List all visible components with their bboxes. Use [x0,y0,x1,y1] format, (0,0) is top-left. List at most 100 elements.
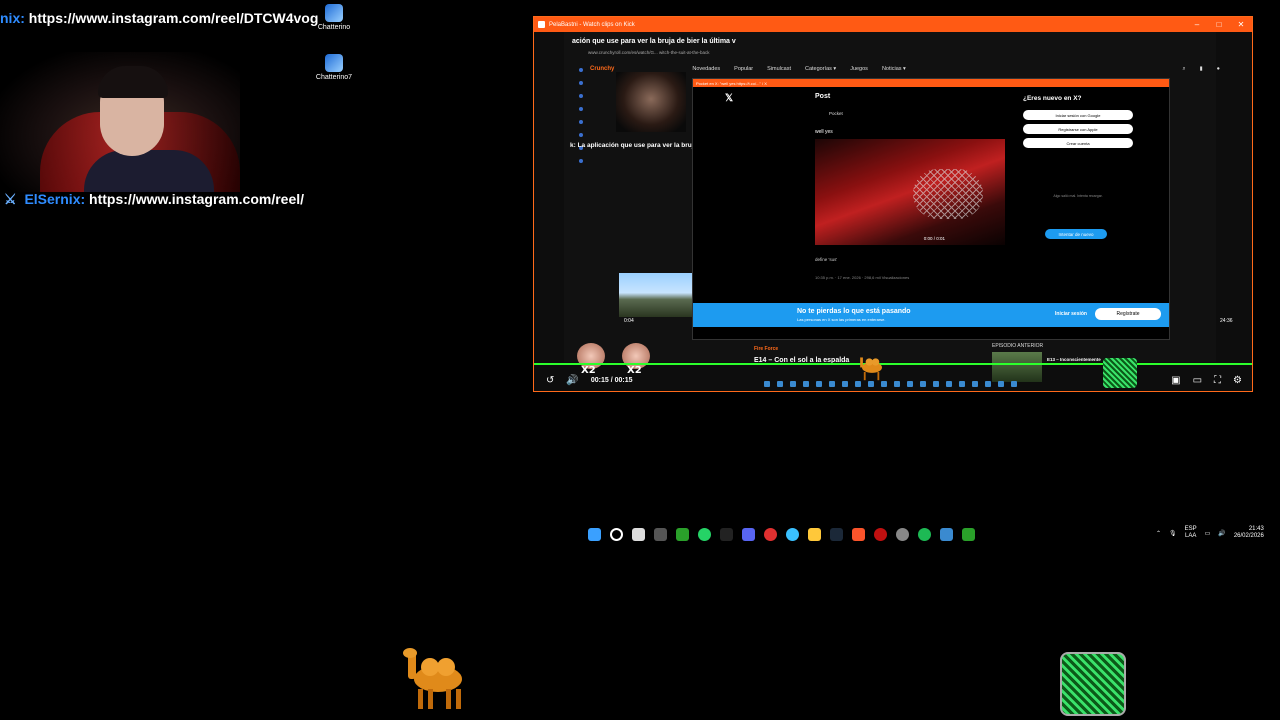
network-icon[interactable]: ▭ [1205,530,1211,537]
replay-icon[interactable]: ↺ [546,375,554,386]
spotify-icon[interactable] [918,527,931,541]
chevron-up-icon[interactable]: ⌃ [1156,530,1161,537]
x-logo-icon: 𝕏 [725,93,734,104]
theater-icon[interactable]: ▭ [1193,375,1202,386]
nav-item: Juegos [850,66,868,72]
recycle-bin-icon [1103,358,1137,388]
clip-heading: ación que use para ver la bruja de bier … [572,38,736,45]
capcut-icon[interactable] [720,527,733,541]
banner-login-link[interactable]: Iniciar sesión [1055,311,1087,317]
whatsapp-icon[interactable] [698,527,711,541]
recycle-bin-icon[interactable] [1060,652,1126,716]
popup-titlebar: Pocket en X: "well yes https://t.co/..."… [693,79,1169,87]
post-text: well yes [815,129,833,135]
record-icon[interactable] [874,527,887,541]
clip-video[interactable]: ación que use para ver la bruja de bier … [564,32,1233,382]
camel-emote-icon [860,357,882,381]
desktop-icon-chatterino7[interactable]: Chatterino7 [308,54,360,81]
desktop-icon-label: Chatterino [317,24,351,31]
nav-item: Popular [734,66,754,72]
microphone-icon[interactable]: 🎙 [1169,530,1177,537]
post-author: Pocket [829,111,843,116]
streamer-thumbnail [616,72,686,132]
task-view-icon[interactable] [632,527,645,541]
create-account-button[interactable]: Crear cuenta [1023,138,1133,148]
x-post-popup: Pocket en X: "well yes https://t.co/..."… [692,78,1170,340]
nav-item: Simulcast [767,66,791,72]
app-icon[interactable] [962,527,975,541]
xbox-icon[interactable] [676,527,689,541]
apple-signup-button[interactable]: Registrarse con Apple [1023,124,1133,134]
video-time: 0:00 / 0:01 [923,236,945,241]
banner-title: No te pierdas lo que está pasando [797,308,911,315]
previous-episode-label: EPISODIO ANTERIOR [992,343,1044,349]
player-time: 00:15 / 00:15 [590,376,633,384]
address-bar: www.crunchyroll.com/es/watch/G... witch-… [588,50,710,55]
browser-sidebar [578,68,584,198]
discord-icon[interactable] [742,527,755,541]
crunchyroll-logo: Crunchy [590,66,615,72]
bookmark-icon: ▮ [1199,66,1203,72]
chatterino-icon [325,54,343,72]
signup-title: ¿Eres nuevo en X? [1023,95,1082,102]
progress-bar[interactable] [534,363,1252,365]
signup-panel: ¿Eres nuevo en X? Iniciar sesión con Goo… [1023,95,1133,198]
chat-line: nix: https://www.instagram.com/reel/DTCW… [0,10,318,26]
clock-date: 26/02/2026 [1233,533,1264,539]
search-icon: ⌕ [1182,65,1186,72]
close-button[interactable]: ✕ [1230,20,1252,29]
banner-register-button[interactable]: Regístrate [1095,308,1161,320]
camel-emote-icon [403,648,462,709]
language-indicator[interactable]: ESP LAA [1185,526,1197,540]
post-caption: define 'sus' [815,257,838,262]
landscape-thumbnail [619,273,700,317]
chat-message: https://www.instagram.com/reel/DTCW4vog [28,10,319,26]
chat-username: nix: [0,10,25,26]
pip-icon[interactable]: ▣ [1171,375,1180,386]
webcam-feed [0,52,240,192]
edge-time: 24:36 [1220,318,1233,324]
avatar-icon: ● [1216,66,1220,72]
post-header: Post [815,93,831,100]
app-icon[interactable] [940,527,953,541]
obs-icon[interactable] [896,527,909,541]
nav-item: Categorías ▾ [804,66,837,72]
steam-icon[interactable] [830,527,843,541]
signup-banner: No te pierdas lo que está pasando Las pe… [693,303,1169,327]
clock[interactable]: 21:43 26/02/2026 [1234,526,1264,540]
language-code: ESP [1184,526,1197,532]
search-icon[interactable] [610,527,623,541]
nav-item: Novedades [692,66,721,72]
error-note: Algo salió mal. Intenta recargar. [1053,194,1103,198]
post-video[interactable]: 0:00 / 0:01 [815,139,1005,245]
widgets-icon[interactable] [654,527,667,541]
chrome-icon[interactable] [786,527,799,541]
folder-icon[interactable] [808,527,821,541]
retry-button[interactable]: Intentar de nuevo [1045,229,1107,239]
brave-icon[interactable] [852,527,865,541]
opera-icon[interactable] [764,527,777,541]
chatterino-icon [325,4,343,22]
minimize-button[interactable]: – [1186,20,1208,29]
sword-icon: ⚔ [4,191,17,207]
post-stats: 10:35 p.m. · 17 ene. 2026 · 298,6 mil Vi… [815,275,910,280]
maximize-button[interactable]: □ [1208,20,1230,29]
clip-window: PelaBastni - Watch clips on Kick – □ ✕ a… [533,16,1253,392]
desktop-icon-label: Chatterino7 [315,74,353,81]
nav-item: Noticias ▾ [881,66,906,72]
desktop-icon-chatterino[interactable]: Chatterino [308,4,360,31]
google-signup-button[interactable]: Iniciar sesión con Google [1023,110,1133,120]
window-title: PelaBastni - Watch clips on Kick [549,21,635,28]
previous-episode-title: E13 – Inconscientemente [1047,357,1101,362]
speaker-icon[interactable]: 🔊 [1218,530,1225,537]
thumbnail-time: 0:04 [624,318,634,324]
clock-time: 21:43 [1248,526,1264,532]
fullscreen-icon[interactable]: ⛶ [1214,375,1221,386]
chat-username: ElSernix: [24,191,86,207]
start-icon[interactable] [588,527,601,541]
windows-taskbar [588,525,975,543]
volume-icon[interactable]: 🔊 [566,375,578,386]
window-titlebar[interactable]: PelaBastni - Watch clips on Kick – □ ✕ [534,17,1252,32]
settings-icon[interactable]: ⚙ [1233,375,1242,386]
kick-icon [538,21,545,28]
